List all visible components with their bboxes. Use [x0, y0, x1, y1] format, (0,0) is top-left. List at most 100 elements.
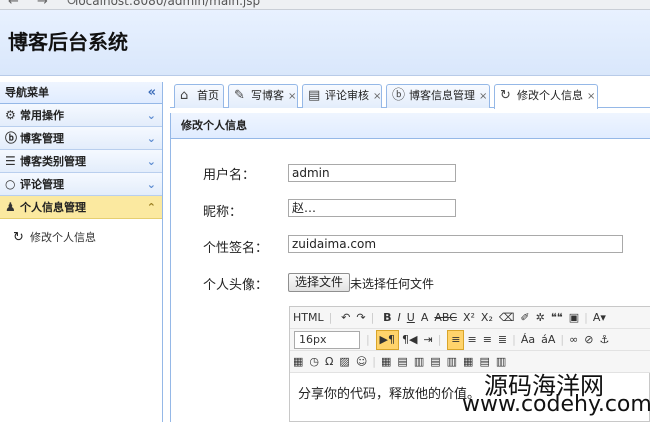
nickname-input[interactable]: 赵… [288, 199, 456, 217]
subscript-button[interactable]: X₂ [478, 307, 496, 328]
tab-bar: ⌂ 首页 ✎ 写博客 × ▤ 评论审核 × ⓑ 博客信息管理 × ↻ 修改个人信息 × [170, 82, 650, 109]
tab-write-blog[interactable]: ✎ 写博客 × [228, 84, 298, 108]
browser-toolbar: ← → ↻ localhost:8080/admin/main.jsp [0, 0, 650, 10]
auto-format-icon[interactable]: ✲ [533, 307, 548, 328]
tab-label: 博客信息管理 [409, 89, 475, 102]
ltr-icon[interactable]: ▶¶ [375, 330, 400, 350]
format-brush-icon[interactable]: ✐ [517, 307, 532, 328]
table-delete-row-icon[interactable]: ▥ [411, 351, 427, 372]
username-label: 用户名： [203, 168, 256, 183]
choose-file-button[interactable]: 选择文件 [288, 273, 351, 292]
home-icon: ⌂ [180, 88, 189, 103]
collapse-icon[interactable]: « [148, 82, 156, 104]
tab-edit-profile[interactable]: ↻ 修改个人信息 × [494, 84, 598, 109]
tab-comment-review[interactable]: ▤ 评论审核 × [302, 84, 382, 108]
tab-blog-info[interactable]: ⓑ 博客信息管理 × [386, 84, 490, 108]
table-insert-row-icon[interactable]: ▤ [394, 351, 410, 372]
italic-button[interactable]: I [395, 307, 404, 328]
tab-label: 评论审核 [325, 89, 369, 102]
paste-plain-icon[interactable]: ▣ [566, 307, 582, 328]
refresh-icon: ↻ [500, 88, 511, 103]
signature-label: 个性签名： [203, 241, 269, 256]
redo-icon[interactable]: ↷ [353, 307, 368, 328]
review-icon: ▤ [308, 88, 321, 103]
font-border-button[interactable]: A [418, 307, 432, 328]
edit-icon: ✎ [234, 88, 245, 103]
table-delete-col-icon[interactable]: ▥ [444, 351, 460, 372]
font-color-button[interactable]: A▾ [590, 307, 609, 328]
sidebar-subitem-edit-profile[interactable]: ↻ 修改个人信息 [0, 225, 162, 251]
indent-icon[interactable]: ⇥ [420, 329, 435, 350]
tab-label: 写博客 [251, 89, 284, 102]
rtl-icon[interactable]: ¶◀ [399, 329, 420, 350]
table-icon[interactable]: ▦ [378, 351, 394, 372]
date-icon[interactable]: ▦ [290, 351, 306, 372]
link-icon[interactable]: ∞ [566, 329, 581, 350]
align-left-icon[interactable]: ≡ [447, 330, 465, 350]
sidebar: 导航菜单 « ⚙ 常用操作 ⌄ ⓑ 博客管理 ⌄ ☰ 博客类别管理 ⌄ ○ 评论… [0, 82, 163, 422]
browser-nav-icons[interactable]: ← → ↻ [8, 0, 84, 9]
sidebar-subitem-label: 修改个人信息 [30, 231, 96, 244]
sidebar-item-blog[interactable]: ⓑ 博客管理 ⌄ [0, 127, 162, 150]
case-lower-icon[interactable]: áA [538, 329, 558, 350]
align-right-icon[interactable]: ≡ [480, 329, 495, 350]
editor-content[interactable]: 分享你的代码，释放他的价值。 [298, 383, 480, 402]
chevron-down-icon: ⌄ [146, 109, 156, 122]
chevron-down-icon: ⌄ [146, 155, 156, 168]
undo-icon[interactable]: ↶ [338, 307, 353, 328]
unlink-icon[interactable]: ⊘ [581, 329, 596, 350]
sidebar-item-category[interactable]: ☰ 博客类别管理 ⌄ [0, 150, 162, 173]
file-status: 未选择任何文件 [350, 277, 435, 291]
tab-label: 修改个人信息 [517, 89, 583, 102]
tab-label: 首页 [197, 89, 219, 102]
quote-icon[interactable]: ❝❝ [548, 307, 566, 328]
html-source-button[interactable]: HTML [290, 307, 327, 328]
sidebar-item-label: 常用操作 [20, 109, 64, 122]
close-icon[interactable]: × [373, 91, 381, 102]
signature-input[interactable]: zuidaima.com [288, 235, 623, 253]
user-icon: ♟ [5, 200, 16, 214]
username-input[interactable]: admin [288, 164, 456, 182]
sidebar-item-comments[interactable]: ○ 评论管理 ⌄ [0, 173, 162, 196]
font-size-select[interactable]: 16px [294, 331, 360, 349]
refresh-icon: ↻ [13, 230, 24, 245]
editor-toolbar-row-1: HTML | ↶ ↷ | B I U A ABC X² X₂ ⌫ ✐ ✲ ❝❝ ▣ | A▾ [290, 307, 650, 329]
emoticon-icon[interactable]: ☺ [353, 351, 370, 372]
sidebar-item-profile[interactable]: ♟ 个人信息管理 ⌃ [0, 196, 162, 219]
address-bar[interactable]: localhost:8080/admin/main.jsp [75, 0, 435, 9]
blog-icon: ⓑ [5, 131, 18, 145]
case-upper-icon[interactable]: Áa [518, 329, 538, 350]
anchor-icon[interactable]: ⚓ [596, 329, 612, 350]
align-center-icon[interactable]: ≡ [464, 329, 479, 350]
sidebar-item-label: 评论管理 [20, 178, 64, 191]
bold-button[interactable]: B [380, 307, 394, 328]
sidebar-header: 导航菜单 « [0, 82, 162, 104]
sidebar-item-label: 个人信息管理 [20, 201, 86, 214]
sidebar-title: 导航菜单 [5, 86, 49, 99]
close-icon[interactable]: × [587, 91, 595, 102]
superscript-button[interactable]: X² [460, 307, 478, 328]
panel-title: 修改个人信息 [171, 113, 650, 139]
tab-home[interactable]: ⌂ 首页 [174, 84, 224, 108]
editor-toolbar-row-2: 16px | ▶¶ ¶◀ ⇥ | ≡ ≡ ≡ ≣ | Áa áA | ∞ ⊘ ⚓ [290, 329, 650, 351]
special-char-icon[interactable]: Ω [322, 351, 336, 372]
list-icon: ☰ [5, 154, 16, 168]
table-merge-icon[interactable]: ▦ [460, 351, 476, 372]
close-icon[interactable]: × [288, 91, 296, 102]
chevron-down-icon: ⌄ [146, 178, 156, 191]
comment-icon: ○ [5, 177, 16, 191]
app-title: 博客后台系统 [8, 30, 128, 54]
chevron-down-icon: ⌄ [146, 132, 156, 145]
sidebar-item-label: 博客管理 [20, 132, 64, 145]
table-insert-col-icon[interactable]: ▤ [427, 351, 443, 372]
eraser-icon[interactable]: ⌫ [496, 307, 518, 328]
underline-button[interactable]: U [404, 307, 418, 328]
align-justify-icon[interactable]: ≣ [495, 329, 510, 350]
strikethrough-button[interactable]: ABC [431, 307, 460, 328]
avatar-label: 个人头像： [203, 278, 269, 293]
sidebar-item-common[interactable]: ⚙ 常用操作 ⌄ [0, 104, 162, 127]
image-icon[interactable]: ▨ [336, 351, 352, 372]
close-icon[interactable]: × [479, 91, 487, 102]
blog-icon: ⓑ [392, 88, 406, 103]
time-icon[interactable]: ◷ [306, 351, 322, 372]
